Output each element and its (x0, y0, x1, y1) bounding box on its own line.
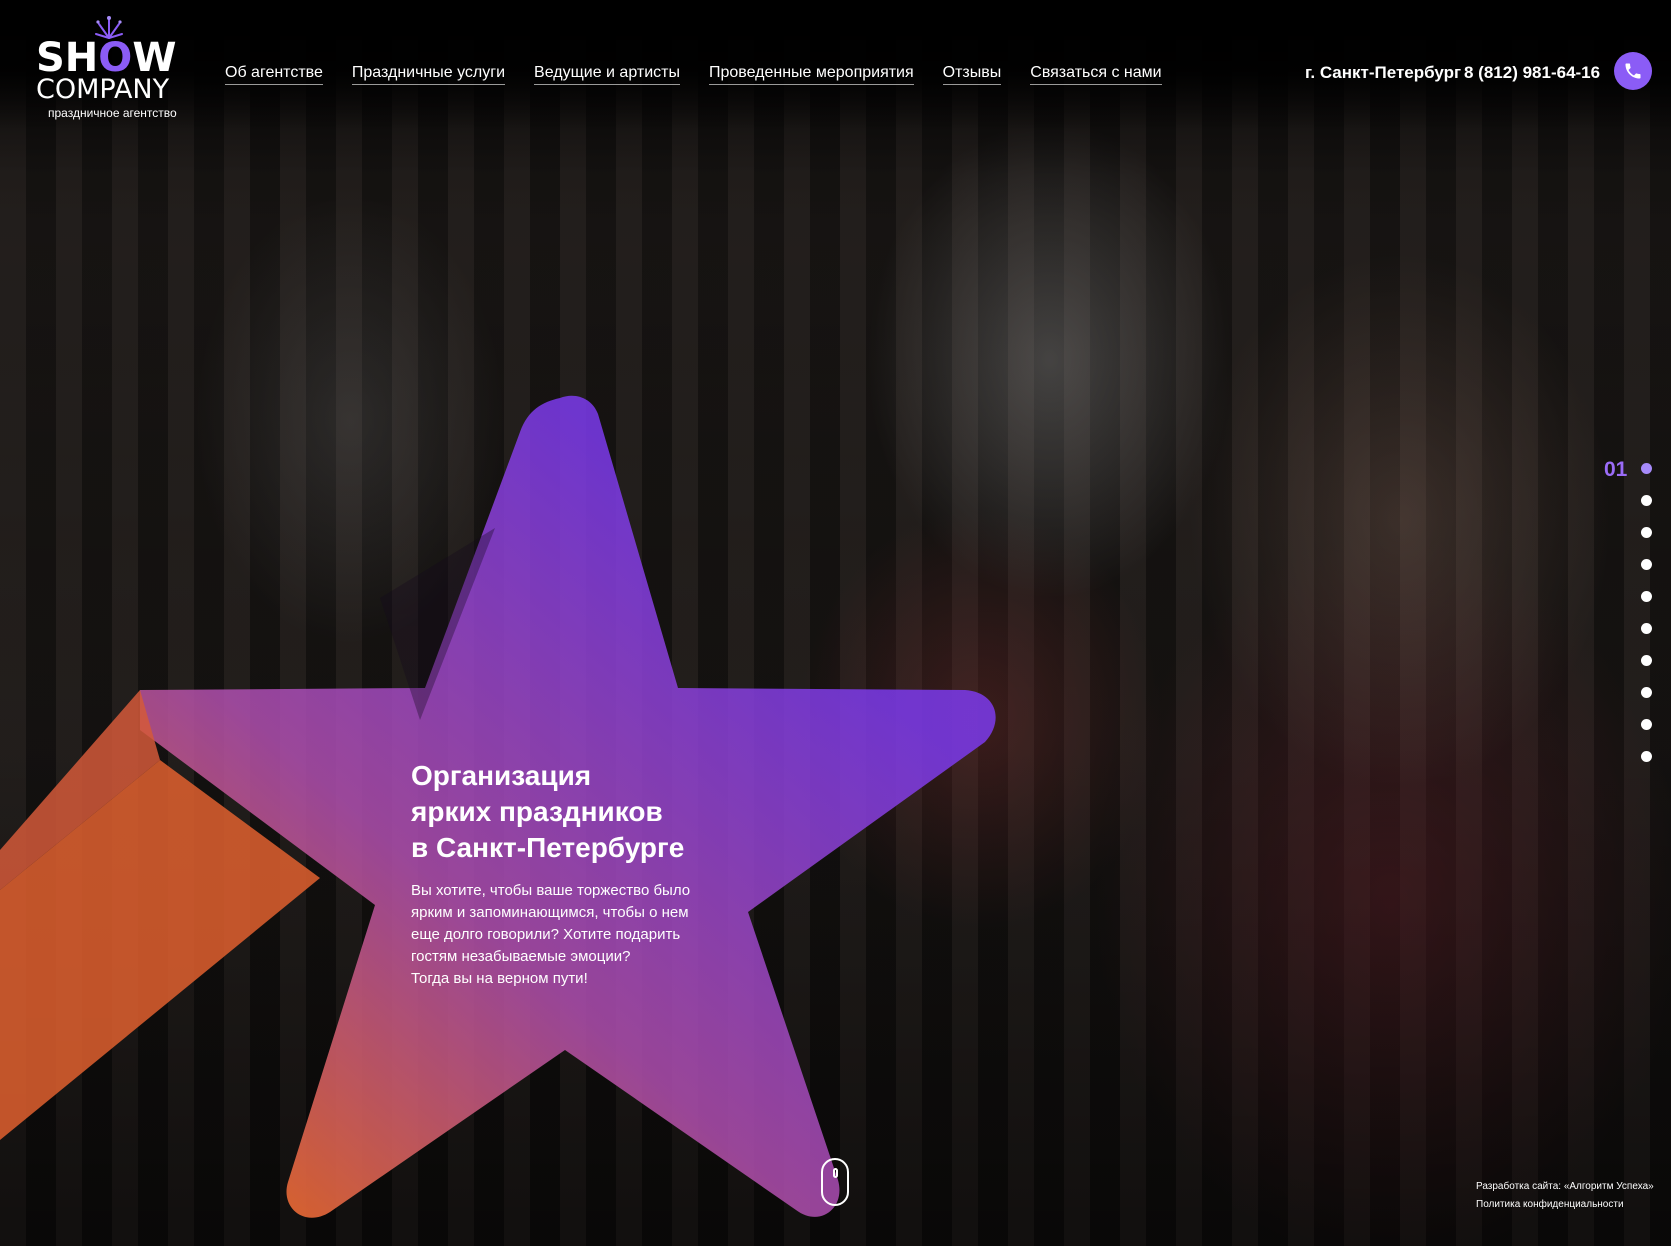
logo-word-show: SHOW (36, 35, 177, 81)
nav-item-reviews[interactable]: Отзывы (942, 64, 1002, 85)
phone-icon (1625, 63, 1641, 79)
call-button[interactable] (1614, 52, 1652, 90)
main-nav: Об агентстве Праздничные услуги Ведущие … (225, 64, 1191, 85)
hero-title: Организация ярких праздников в Санкт-Пет… (411, 758, 771, 866)
developer-link[interactable]: Разработка сайта: «Алгоритм Успеха» (1476, 1178, 1654, 1196)
hero-title-line: Организация (411, 760, 592, 791)
slider-dot[interactable] (1641, 559, 1652, 570)
nav-item-contacts[interactable]: Связаться с нами (1030, 64, 1162, 85)
nav-item-about[interactable]: Об агентстве (225, 64, 323, 85)
hero-text-line: Тогда вы на верном пути! (411, 970, 588, 987)
slider-dot[interactable] (1641, 623, 1652, 634)
slider-pagination (1641, 463, 1653, 783)
hero-title-line: ярких праздников (411, 796, 663, 827)
slider-dot[interactable] (1641, 495, 1652, 506)
nav-item-events[interactable]: Проведенные мероприятия (708, 64, 914, 85)
phone-number[interactable]: 8 (812) 981-64-16 (1464, 63, 1600, 83)
slider-dot[interactable] (1641, 687, 1652, 698)
scroll-mouse-icon[interactable] (821, 1158, 849, 1206)
slider-dot[interactable] (1641, 655, 1652, 666)
nav-item-artists[interactable]: Ведущие и артисты (534, 64, 680, 85)
slider-dot[interactable] (1641, 719, 1652, 730)
logo-word-company: COMPANY (36, 74, 170, 105)
nav-item-services[interactable]: Праздничные услуги (351, 64, 506, 85)
logo-tagline: праздничное агентство (48, 106, 177, 120)
hero-text-line: Вы хотите, чтобы ваше торжество было (411, 882, 691, 899)
hero-text-line: еще долго говорили? Хотите подарить (411, 926, 681, 943)
star-graphic (0, 395, 996, 1218)
hero-text-line: гостям незабываемые эмоции? (411, 948, 631, 965)
brand-logo[interactable]: SHOW COMPANY праздничное агентство (36, 14, 196, 124)
slider-dot[interactable] (1641, 751, 1652, 762)
hero-description: Вы хотите, чтобы ваше торжество было ярк… (411, 880, 731, 990)
slider-dot[interactable] (1641, 591, 1652, 602)
city-label: г. Санкт-Петербург (1305, 63, 1462, 82)
slider-dot[interactable] (1641, 527, 1652, 538)
slider-dot[interactable] (1641, 463, 1652, 474)
hero-text-line: ярким и запоминающимся, чтобы о нем (411, 904, 689, 921)
hero-title-line: в Санкт-Петербурге (411, 832, 685, 863)
footer-credits: Разработка сайта: «Алгоритм Успеха» Поли… (1476, 1178, 1654, 1214)
privacy-link[interactable]: Политика конфиденциальности (1476, 1196, 1654, 1214)
mouse-wheel (833, 1168, 838, 1178)
slide-number: 01 (1604, 458, 1628, 481)
